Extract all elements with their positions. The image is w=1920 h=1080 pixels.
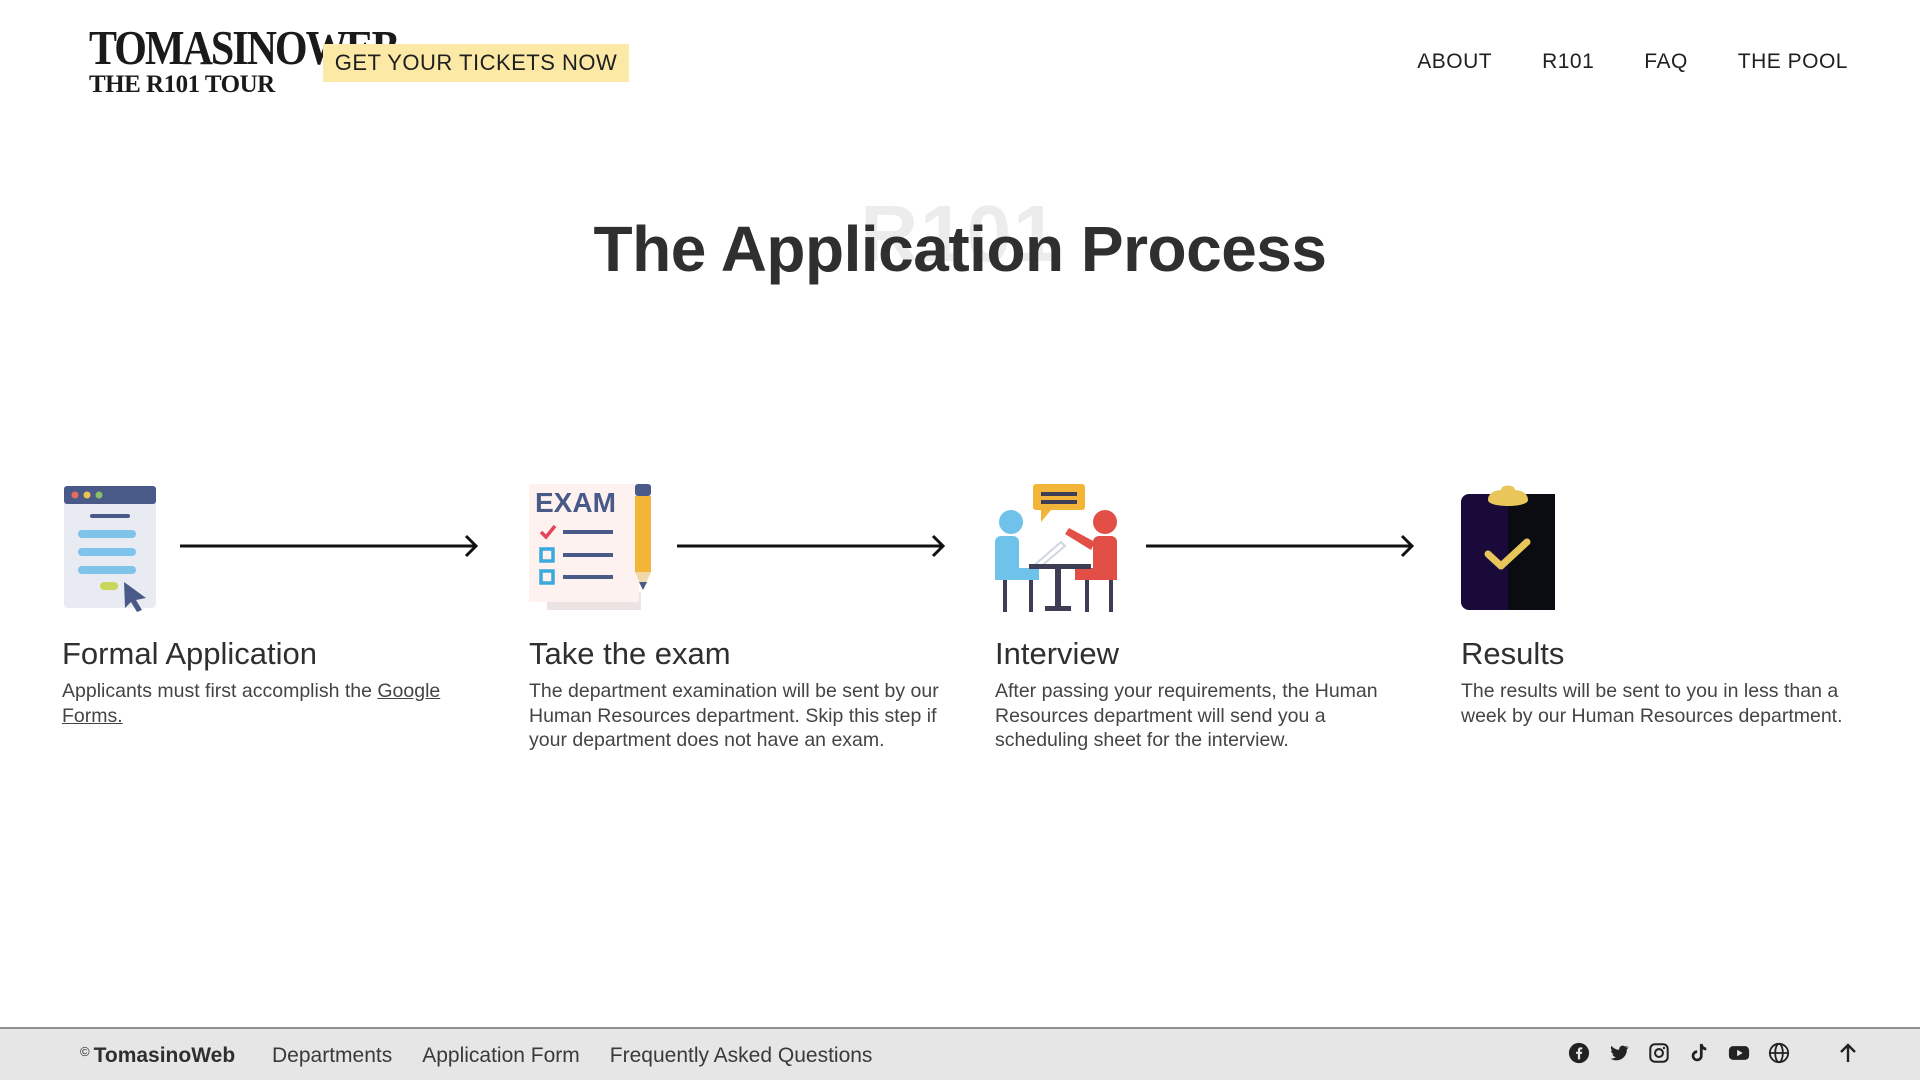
application-form-icon [64,486,156,612]
hero: R101 The Application Process [0,180,1920,300]
nav-faq[interactable]: FAQ [1644,50,1688,74]
clipboard-check-icon [1461,485,1555,610]
interview-icon [995,484,1117,612]
step-results: Results The results will be sent to you … [1461,484,1881,727]
step-description: The results will be sent to you in less … [1461,680,1843,727]
exam-icon: EXAM [529,484,651,610]
arrow-up-icon[interactable] [1836,1041,1860,1065]
logo-line-1: TOMASINOWEB [89,22,400,76]
instagram-icon[interactable] [1648,1042,1670,1064]
step-title: Results [1461,636,1565,671]
social-links [1568,1042,1790,1064]
site-header: TOMASINOWEB THE R101 TOUR GET YOUR TICKE… [0,0,1920,128]
step-description: Applicants must first accomplish the Goo… [62,679,472,728]
footer-link-departments[interactable]: Departments [272,1044,392,1068]
footer-brand: TomasinoWeb [93,1044,236,1067]
footer-link-faq[interactable]: Frequently Asked Questions [610,1044,873,1068]
step-title: Take the exam [529,636,731,671]
arrow-right-icon [677,534,946,558]
main-nav: ABOUT R101 FAQ THE POOL [1417,50,1848,74]
step-description: After passing your requirements, the Hum… [995,680,1378,751]
tiktok-icon[interactable] [1688,1042,1710,1064]
copyright-symbol: © [80,1044,90,1059]
facebook-icon[interactable] [1568,1042,1590,1064]
step-title: Interview [995,636,1120,671]
footer-copyright: © TomasinoWeb [80,1044,235,1068]
arrow-right-icon [1146,534,1415,558]
site-logo[interactable]: TOMASINOWEB THE R101 TOUR [89,22,400,98]
nav-r101[interactable]: R101 [1542,50,1594,74]
step-text: Applicants must first accomplish the [62,680,378,702]
step-title: Formal Application [62,636,318,671]
site-footer: © TomasinoWeb Departments Application For… [0,1027,1920,1080]
logo-line-2: THE R101 TOUR [89,71,275,98]
step-description: The department examination will be sent … [529,680,939,751]
globe-icon[interactable] [1768,1042,1790,1064]
arrow-right-icon [180,534,479,558]
footer-link-application-form[interactable]: Application Form [422,1044,580,1068]
twitter-icon[interactable] [1608,1042,1630,1064]
nav-about[interactable]: ABOUT [1417,50,1492,74]
svg-text:EXAM: EXAM [535,487,616,518]
footer-links: Departments Application Form Frequently … [272,1044,872,1068]
page-title: The Application Process [593,213,1327,285]
get-tickets-button[interactable]: GET YOUR TICKETS NOW [323,44,629,82]
youtube-icon[interactable] [1728,1042,1750,1064]
nav-the-pool[interactable]: THE POOL [1738,50,1848,74]
